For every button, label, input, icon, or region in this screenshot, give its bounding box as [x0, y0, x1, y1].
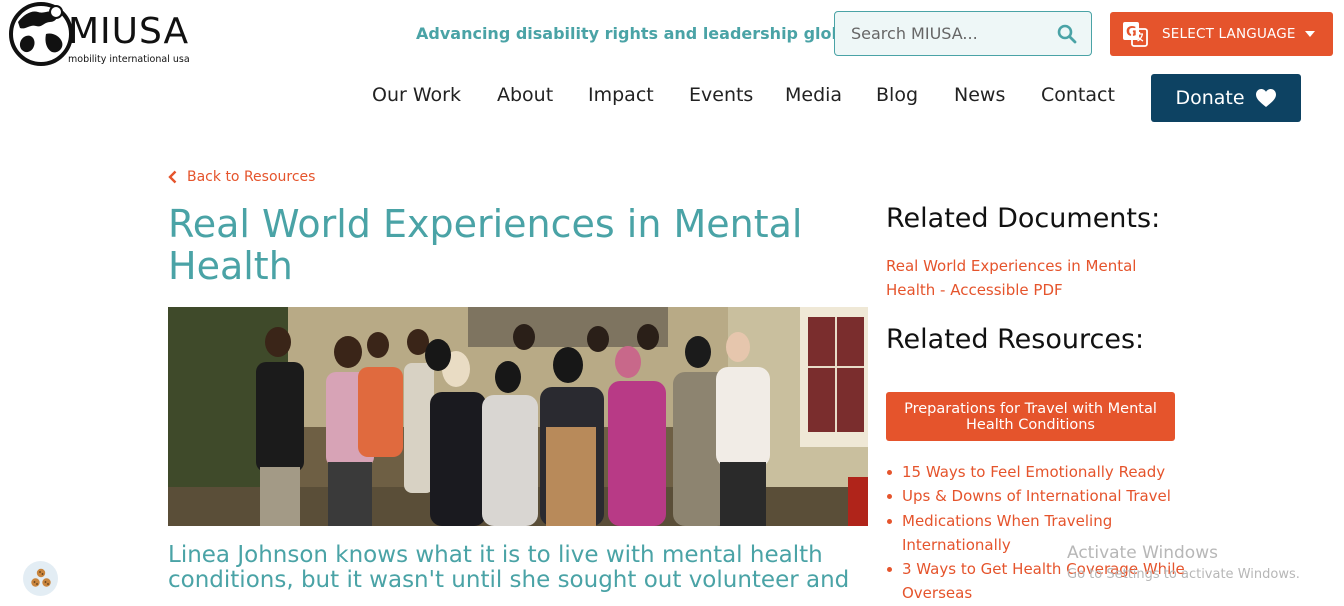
search-icon[interactable]: [1057, 24, 1077, 44]
translate-icon: G: [1123, 22, 1148, 47]
cookie-settings-button[interactable]: [23, 561, 58, 596]
search-box: [834, 11, 1092, 56]
donate-label: Donate: [1175, 87, 1245, 109]
select-language-label: SELECT LANGUAGE: [1162, 26, 1296, 42]
nav-our-work[interactable]: Our Work: [372, 84, 461, 106]
miusa-logo[interactable]: MIUSA mobility international usa: [8, 0, 198, 70]
resource-link[interactable]: Medications When Traveling International…: [886, 509, 1186, 558]
back-to-resources-label: Back to Resources: [187, 169, 316, 185]
related-resources-list: 15 Ways to Feel Emotionally Ready Ups & …: [886, 460, 1186, 606]
nav-media[interactable]: Media: [785, 84, 842, 106]
group-photo-image: [168, 307, 868, 526]
resource-link[interactable]: 3 Ways to Get Health Coverage While Over…: [886, 557, 1186, 606]
related-document-link[interactable]: Real World Experiences in Mental Health …: [886, 254, 1156, 302]
search-input[interactable]: [835, 12, 1045, 55]
logo-wordmark: MIUSA: [68, 11, 190, 52]
nav-contact[interactable]: Contact: [1041, 84, 1115, 106]
nav-impact[interactable]: Impact: [588, 84, 654, 106]
heart-icon: [1255, 89, 1276, 107]
featured-resource-button[interactable]: Preparations for Travel with Mental Heal…: [886, 392, 1175, 441]
resource-link[interactable]: 15 Ways to Feel Emotionally Ready: [886, 460, 1186, 484]
chevron-down-icon: [1305, 31, 1315, 37]
donate-button[interactable]: Donate: [1151, 74, 1301, 122]
nav-blog[interactable]: Blog: [876, 84, 918, 106]
hero-photo: [168, 307, 868, 526]
cookie-icon: [30, 568, 51, 587]
related-resources-heading: Related Resources:: [886, 324, 1145, 355]
tagline: Advancing disability rights and leadersh…: [416, 24, 892, 43]
select-language-button[interactable]: G SELECT LANGUAGE: [1110, 12, 1333, 56]
chevron-left-icon: [168, 170, 177, 184]
nav-news[interactable]: News: [954, 84, 1005, 106]
back-to-resources-link[interactable]: Back to Resources: [168, 169, 315, 185]
resource-link[interactable]: Ups & Downs of International Travel: [886, 484, 1186, 508]
nav-events[interactable]: Events: [689, 84, 753, 106]
intro-paragraph: Linea Johnson knows what it is to live w…: [168, 542, 850, 593]
nav-about[interactable]: About: [497, 84, 553, 106]
related-documents-heading: Related Documents:: [886, 203, 1161, 234]
page-title: Real World Experiences in Mental Health: [168, 202, 803, 288]
logo-subtitle: mobility international usa: [68, 54, 190, 65]
